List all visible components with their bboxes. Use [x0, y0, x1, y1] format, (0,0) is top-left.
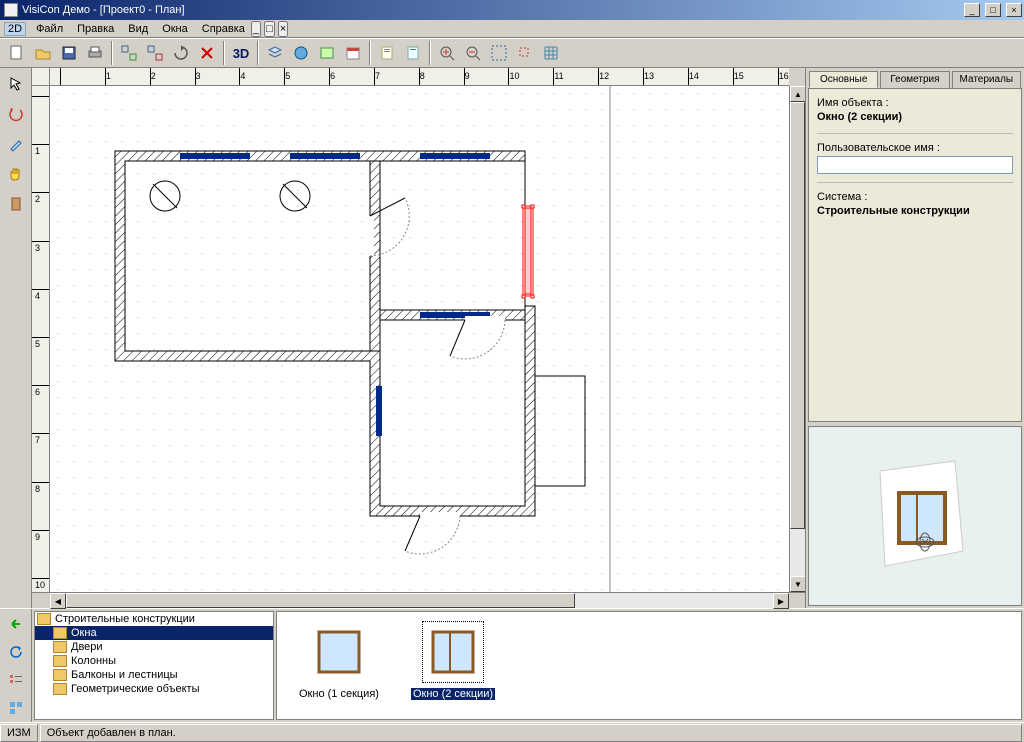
tree-item-geom[interactable]: Геометрические объекты [35, 682, 273, 696]
tab-geometry[interactable]: Геометрия [880, 71, 949, 88]
zoom-fit-button[interactable] [487, 41, 511, 65]
system-buttons: _ □ × [962, 3, 1022, 17]
main-area: 12345678910111213141516 12345678910 [0, 68, 1024, 608]
catalog-list[interactable]: Окно (1 секция) Окно (2 секции) [276, 611, 1022, 720]
main-toolbar: 3D [0, 38, 1024, 68]
lib-icons-button[interactable] [4, 697, 28, 719]
canvas[interactable] [50, 86, 789, 592]
report-button[interactable] [375, 41, 399, 65]
ungroup-button[interactable] [143, 41, 167, 65]
tree-item-doors[interactable]: Двери [35, 640, 273, 654]
mode-3d-button[interactable]: 3D [229, 41, 253, 65]
menu-view[interactable]: Вид [122, 22, 154, 36]
open-button[interactable] [31, 41, 55, 65]
label-system: Система : [817, 191, 1013, 203]
zoom-in-button[interactable] [435, 41, 459, 65]
undo-tool[interactable] [4, 102, 28, 126]
catalog-toolbox [0, 609, 32, 722]
horizontal-ruler: 12345678910111213141516 [50, 68, 789, 86]
value-object-name: Окно (2 секции) [817, 111, 1013, 123]
new-button[interactable] [5, 41, 29, 65]
calendar-button[interactable] [341, 41, 365, 65]
preview-3d[interactable] [808, 426, 1022, 606]
scroll-left-button[interactable]: ◀ [50, 593, 66, 609]
save-button[interactable] [57, 41, 81, 65]
grid-toggle-button[interactable] [539, 41, 563, 65]
window-title: VisiCon Демо - [Проект0 - План] [22, 4, 185, 16]
vertical-scrollbar[interactable]: ▲ ▼ [789, 86, 805, 592]
label-object-name: Имя объекта : [817, 97, 1013, 109]
menu-edit[interactable]: Правка [71, 22, 120, 36]
lib-refresh-button[interactable] [4, 641, 28, 663]
close-button[interactable]: × [1006, 3, 1022, 17]
minimize-button[interactable]: _ [964, 3, 980, 17]
status-bar: ИЗМ Объект добавлен в план. [0, 722, 1024, 742]
lib-up-button[interactable] [4, 613, 28, 635]
scroll-down-button[interactable]: ▼ [790, 576, 805, 592]
tree-item-columns[interactable]: Колонны [35, 654, 273, 668]
app-icon [4, 3, 18, 17]
pan-tool[interactable] [4, 162, 28, 186]
delete-button[interactable] [195, 41, 219, 65]
menu-file[interactable]: Файл [30, 22, 69, 36]
color-tool[interactable] [4, 132, 28, 156]
menu-bar: Файл Правка Вид Окна Справка [30, 22, 251, 36]
door-tool[interactable] [4, 192, 28, 216]
mdi-system-buttons: _ □ × [251, 21, 288, 37]
tree-item-balconies[interactable]: Балконы и лестницы [35, 668, 273, 682]
canvas-zone: 12345678910111213141516 12345678910 [32, 68, 806, 608]
status-message: Объект добавлен в план. [40, 724, 1022, 742]
tree-item-windows[interactable]: Окна [35, 626, 273, 640]
title-bar: VisiCon Демо - [Проект0 - План] _ □ × [0, 0, 1024, 20]
lib-list-button[interactable] [4, 669, 28, 691]
group-button[interactable] [117, 41, 141, 65]
library-tree[interactable]: Строительные конструкции Окна Двери Коло… [34, 611, 274, 720]
horizontal-scrollbar[interactable]: ◀ ▶ [32, 592, 805, 608]
mdi-close-button[interactable]: × [278, 21, 288, 37]
menu-bar-row: 2D Файл Правка Вид Окна Справка _ □ × [0, 20, 1024, 38]
tab-materials[interactable]: Материалы [952, 71, 1021, 88]
scroll-up-button[interactable]: ▲ [790, 86, 805, 102]
tree-root[interactable]: Строительные конструкции [35, 612, 273, 626]
input-user-name[interactable] [817, 156, 1013, 174]
select-tool[interactable] [4, 72, 28, 96]
zoom-region-button[interactable] [513, 41, 537, 65]
value-system: Строительные конструкции [817, 205, 1013, 217]
catalog-row: Строительные конструкции Окна Двери Коло… [0, 608, 1024, 722]
catalog-item-1[interactable]: Окно (2 секции) [411, 622, 495, 700]
maximize-button[interactable]: □ [985, 3, 1001, 17]
export-button[interactable] [315, 41, 339, 65]
menu-help[interactable]: Справка [196, 22, 251, 36]
floor-plan [50, 86, 789, 592]
status-mode: ИЗМ [0, 724, 38, 742]
estimate-button[interactable] [401, 41, 425, 65]
properties-panel: Основные Геометрия Материалы Имя объекта… [806, 68, 1024, 608]
mdi-restore-button[interactable]: □ [264, 21, 275, 37]
scroll-right-button[interactable]: ▶ [773, 593, 789, 609]
catalog-item-0[interactable]: Окно (1 секция) [297, 622, 381, 700]
mdi-minimize-button[interactable]: _ [251, 21, 261, 37]
label-user-name: Пользовательское имя : [817, 142, 1013, 154]
world-button[interactable] [289, 41, 313, 65]
zoom-out-button[interactable] [461, 41, 485, 65]
vertical-ruler: 12345678910 [32, 86, 50, 592]
menu-windows[interactable]: Окна [156, 22, 194, 36]
left-toolbox [0, 68, 32, 608]
print-button[interactable] [83, 41, 107, 65]
layers-button[interactable] [263, 41, 287, 65]
rotate-button[interactable] [169, 41, 193, 65]
mode-badge-2d[interactable]: 2D [4, 22, 26, 36]
tab-main[interactable]: Основные [809, 71, 878, 88]
